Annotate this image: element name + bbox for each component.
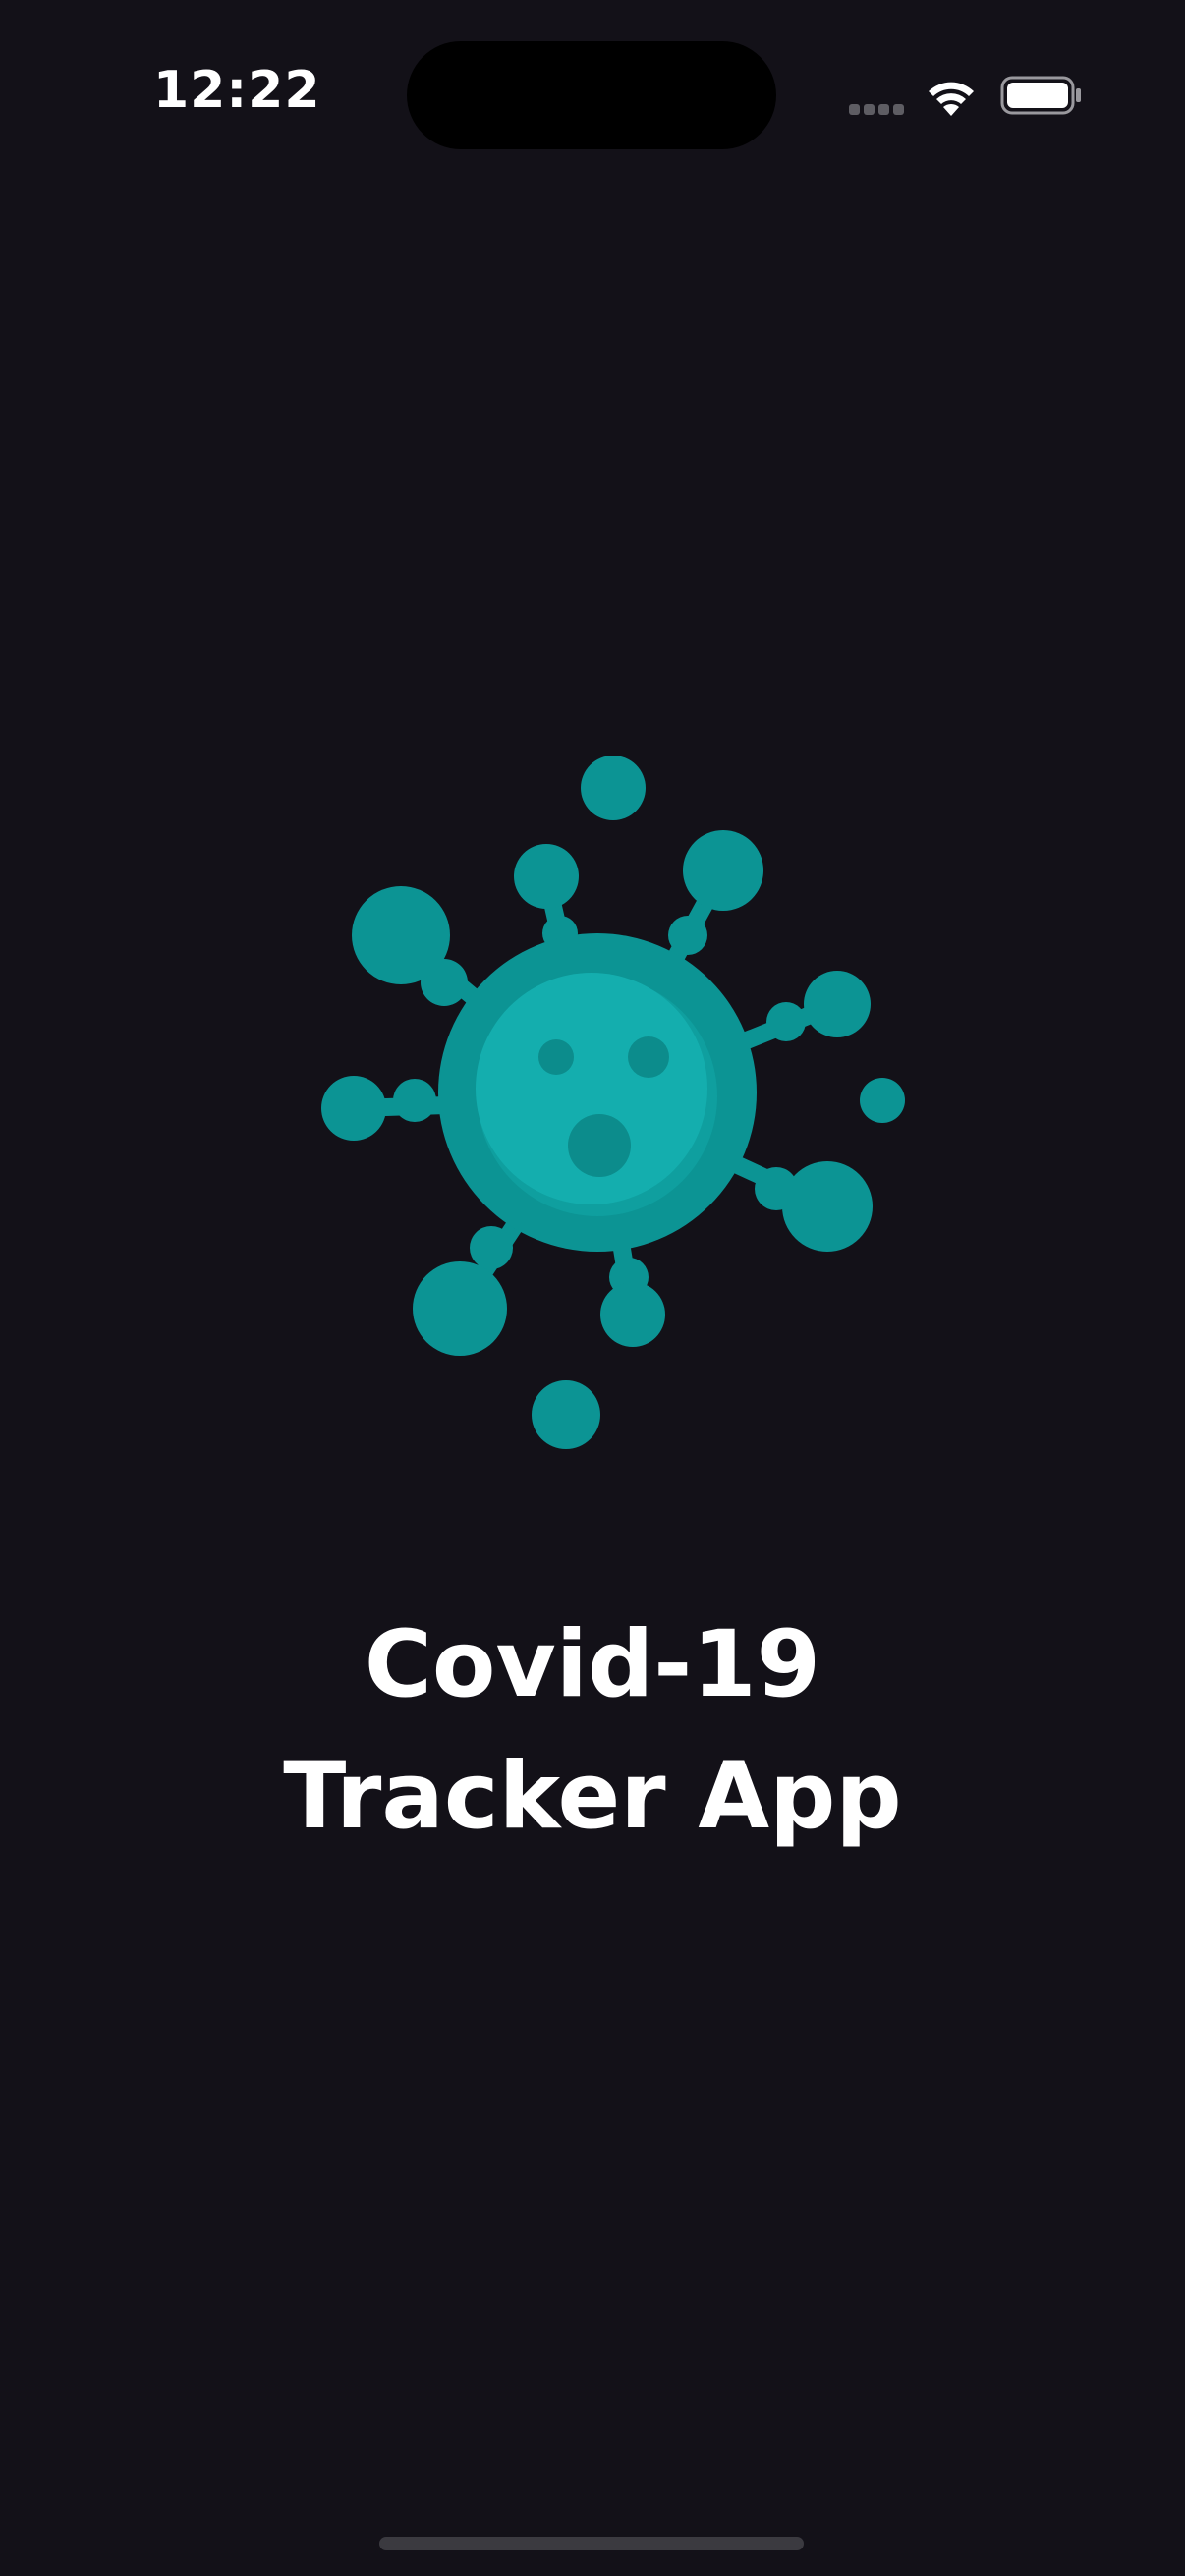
virus-icon xyxy=(321,756,905,1449)
dynamic-island xyxy=(407,41,776,149)
app-title-line-1: Covid-19 xyxy=(364,1611,821,1718)
status-time: 12:22 xyxy=(153,61,321,120)
app-title: Covid-19 Tracker App xyxy=(0,1599,1185,1863)
battery-icon xyxy=(1000,76,1081,115)
splash-screen: 12:22 Covid-19 Tracker App xyxy=(0,0,1185,2576)
signal-icon xyxy=(849,102,908,116)
app-title-line-2: Tracker App xyxy=(283,1743,902,1850)
wifi-icon xyxy=(929,82,974,116)
home-indicator[interactable] xyxy=(379,2537,804,2550)
